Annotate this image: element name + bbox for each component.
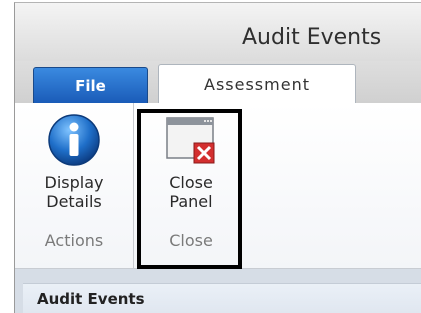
panel-header: Audit Events <box>23 283 421 313</box>
display-details-label-line2: Details <box>46 192 102 211</box>
tab-file[interactable]: File <box>33 67 148 103</box>
info-icon <box>48 114 100 166</box>
display-details-button[interactable]: Display Details <box>19 111 129 211</box>
display-details-label-line1: Display <box>44 173 104 192</box>
highlight-box <box>137 109 242 269</box>
tab-assessment[interactable]: Assessment <box>158 64 356 104</box>
display-details-label: Display Details <box>45 173 104 211</box>
app-window: Audit Events File Assessment Display Det… <box>14 2 421 313</box>
panel-area: Audit Events <box>15 269 421 313</box>
ribbon-tab-strip: File Assessment <box>15 61 421 104</box>
window-title: Audit Events <box>242 25 382 50</box>
title-bar: Audit Events <box>15 3 421 61</box>
panel-title: Audit Events <box>37 290 145 308</box>
group-label-actions: Actions <box>44 231 104 250</box>
